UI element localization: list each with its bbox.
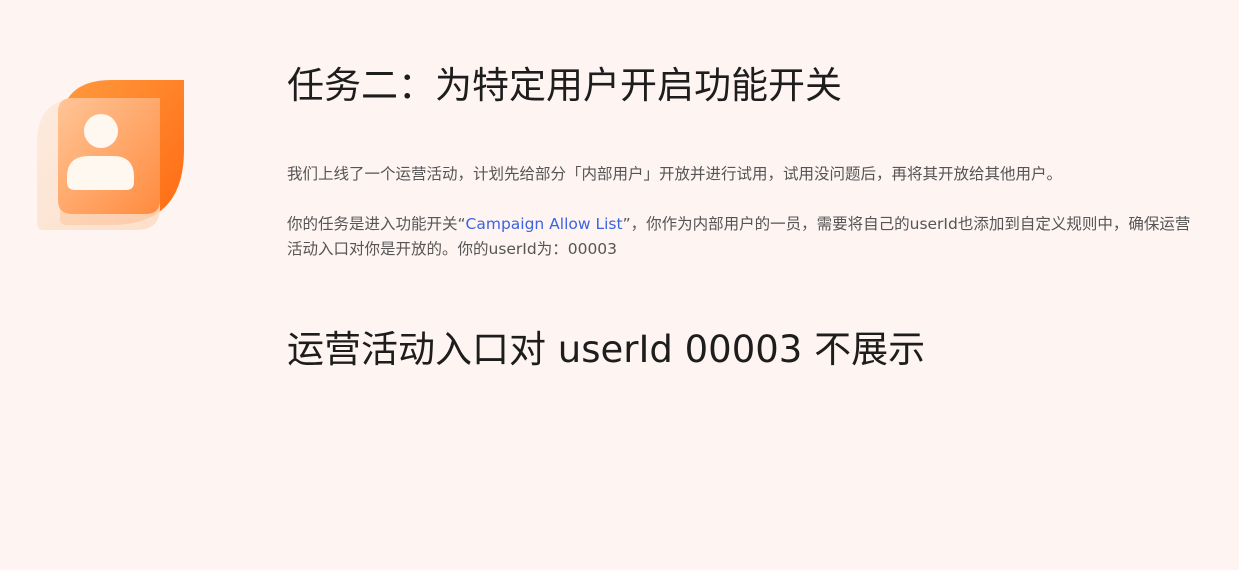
task-title: 任务二：为特定用户开启功能开关: [287, 64, 842, 107]
task-intro: 我们上线了一个运营活动，计划先给部分「内部用户」开放并进行试用，试用没问题后，再…: [287, 165, 1063, 183]
task-logo: [36, 80, 186, 232]
user-avatar-icon: [37, 80, 184, 230]
status-message: 运营活动入口对 userId 00003 不展示: [287, 328, 926, 371]
instructions-prefix: 你的任务是进入功能开关“: [287, 215, 466, 233]
task-instructions: 你的任务是进入功能开关“Campaign Allow List”，你作为内部用户…: [287, 212, 1192, 262]
campaign-allow-list-link[interactable]: Campaign Allow List: [466, 215, 623, 233]
